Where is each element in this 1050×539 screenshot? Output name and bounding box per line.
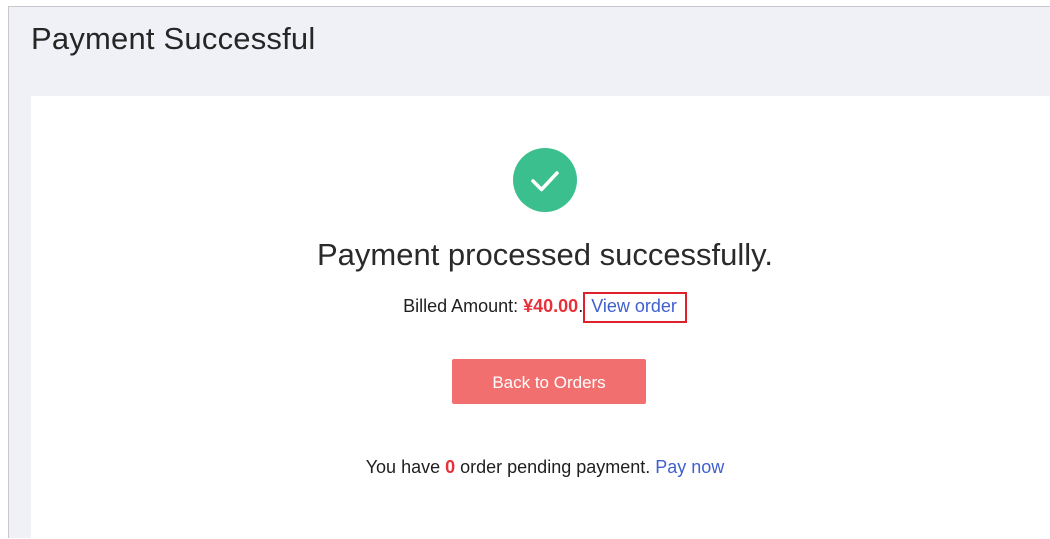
payment-result-panel: Payment Successful Payment processed suc…	[8, 6, 1050, 539]
billed-label: Billed Amount:	[403, 296, 524, 316]
view-order-link[interactable]: View order	[583, 292, 687, 323]
page-title: Payment Successful	[31, 21, 316, 56]
pending-suffix: order pending payment.	[455, 457, 656, 477]
pay-now-link[interactable]: Pay now	[655, 457, 724, 477]
result-card: Payment processed successfully. Billed A…	[31, 96, 1050, 539]
pending-order-count: 0	[445, 457, 456, 477]
success-headline: Payment processed successfully.	[316, 237, 773, 272]
pending-prefix: You have	[365, 457, 446, 477]
billed-amount: ¥40.00	[523, 296, 579, 316]
billed-amount-line: Billed Amount: ¥40.00. View order	[31, 292, 1050, 323]
pending-payment-line: You have 0 order pending payment. Pay no…	[31, 457, 1050, 478]
back-to-orders-button[interactable]: Back to Orders	[452, 359, 646, 404]
check-circle-icon	[513, 148, 577, 212]
